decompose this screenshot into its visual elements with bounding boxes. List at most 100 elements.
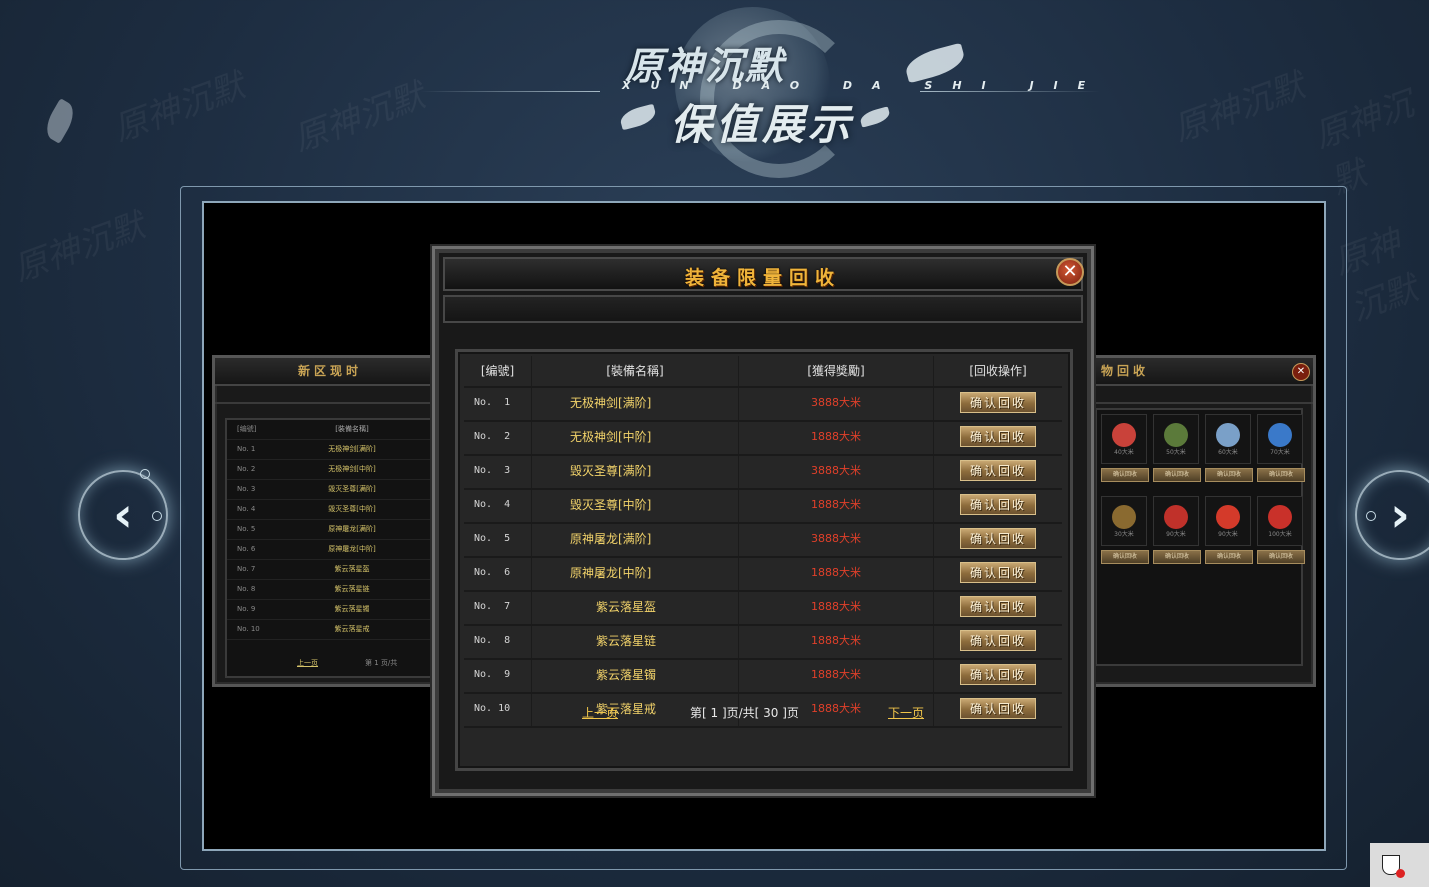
action-cell: 确认回收: [934, 660, 1062, 692]
page-info: 第[ 1 ]页/共[ 30 ]页: [690, 706, 799, 720]
left-panel-row: No. 2 无极神剑[中阶]: [227, 460, 439, 480]
right-panel-body: 40大米 确认回收 50大米 确认回收 60大米 确认回收 70大米 确认回收 30大米 确认回收…: [1095, 408, 1305, 666]
equipment-name: 无极神剑[中阶]: [532, 422, 739, 454]
row-number: No. 9: [464, 660, 532, 692]
pagination: 上一页 第[ 1 ]页/共[ 30 ]页 下一页: [458, 704, 1070, 728]
item-icon: [1216, 505, 1240, 529]
equipment-name: 紫云落星盔: [532, 592, 739, 624]
left-panel-row: No. 7 紫云落星盔: [227, 560, 439, 580]
left-row-number: No. 10: [237, 625, 260, 633]
item-recycle-button[interactable]: 确认回收: [1153, 468, 1201, 482]
table-row: No. 3 毁灭圣尊[满阶] 3888大米 确认回收: [464, 456, 1062, 490]
item-recycle-button[interactable]: 确认回收: [1101, 550, 1149, 564]
confirm-recycle-button[interactable]: 确认回收: [960, 562, 1036, 583]
left-panel-row: No. 4 毁灭圣尊[中阶]: [227, 500, 439, 520]
left-row-number: No. 8: [237, 585, 256, 593]
left-panel-row: No. 5 原神屠龙[满阶]: [227, 520, 439, 540]
item-recycle-button[interactable]: 确认回收: [1257, 468, 1305, 482]
left-prev-link[interactable]: 上一页: [297, 658, 318, 668]
confirm-recycle-button[interactable]: 确认回收: [960, 460, 1036, 481]
left-panel-header: [编號] [裝備名稱]: [227, 420, 439, 440]
left-col-no: [编號]: [237, 425, 257, 433]
action-cell: 确认回收: [934, 456, 1062, 488]
reward-item: 30大米: [1101, 496, 1147, 546]
left-page-info: 第 1 页/共: [365, 659, 398, 667]
item-recycle-button[interactable]: 确认回收: [1101, 468, 1149, 482]
item-price: 40大米: [1114, 449, 1134, 456]
confirm-recycle-button[interactable]: 确认回收: [960, 664, 1036, 685]
action-cell: 确认回收: [934, 626, 1062, 658]
recycle-table: [编號] [裝備名稱] [獲得獎勵] [回收操作] No. 1 无极神剑[满阶] 3…: [464, 356, 1062, 728]
table-row: No. 7 紫云落星盔 1888大米 确认回收: [464, 592, 1062, 626]
left-row-number: No. 3: [237, 485, 256, 493]
modal-header: 装备限量回收: [443, 257, 1083, 291]
confirm-recycle-button[interactable]: 确认回收: [960, 426, 1036, 447]
left-row-number: No. 2: [237, 465, 256, 473]
item-price: 50大米: [1166, 449, 1186, 456]
left-panel-row: No. 9 紫云落星镯: [227, 600, 439, 620]
item-recycle-button[interactable]: 确认回收: [1153, 550, 1201, 564]
reward-item: 90大米: [1153, 496, 1199, 546]
table-header: [编號] [裝備名稱] [獲得獎勵] [回收操作]: [464, 356, 1062, 388]
left-panel-row: No. 8 紫云落星链: [227, 580, 439, 600]
banner-line-left: [420, 91, 600, 92]
left-row-name: 紫云落星盔: [334, 565, 370, 573]
modal-subbar: [443, 295, 1083, 323]
equipment-name: 原神屠龙[中阶]: [532, 558, 739, 590]
right-panel-close-icon[interactable]: ✕: [1292, 363, 1310, 381]
left-panel-body: [编號] [裝備名稱] No. 1 无极神剑[满阶] No. 2 无极神剑[中阶] No…: [225, 418, 441, 678]
col-action: [回收操作]: [969, 364, 1027, 378]
decor-dot: [152, 511, 162, 521]
confirm-recycle-button[interactable]: 确认回收: [960, 392, 1036, 413]
watermark: 原神沉默: [1309, 84, 1419, 203]
confirm-recycle-button[interactable]: 确认回收: [960, 596, 1036, 617]
left-row-name: 原神屠龙[满阶]: [328, 525, 376, 533]
confirm-recycle-button[interactable]: 确认回收: [960, 494, 1036, 515]
row-number: No. 7: [464, 592, 532, 624]
bird-icon: [902, 42, 968, 84]
equipment-name: 原神屠龙[满阶]: [532, 524, 739, 556]
table-row: No. 5 原神屠龙[满阶] 3888大米 确认回收: [464, 524, 1062, 558]
item-price: 30大米: [1114, 531, 1134, 538]
next-page-link[interactable]: 下一页: [888, 704, 924, 721]
right-panel-subbar: [1091, 386, 1313, 404]
reward-value: 1888大米: [739, 592, 934, 624]
reward-value: 3888大米: [739, 524, 934, 556]
right-back-panel[interactable]: 物回收 ✕ 40大米 确认回收 50大米 确认回收 60大米 确认回收 70大米 确认回收 30…: [1088, 355, 1316, 687]
item-icon: [1164, 423, 1188, 447]
left-row-name: 毁灭圣尊[中阶]: [328, 505, 376, 513]
left-col-name: [裝備名稱]: [335, 425, 369, 433]
chevron-right-icon: ›: [1390, 487, 1410, 543]
watermark: 原神沉默: [108, 65, 250, 150]
bird-icon: [858, 106, 892, 128]
item-price: 90大米: [1218, 531, 1238, 538]
item-icon: [1112, 505, 1136, 529]
item-icon: [1268, 423, 1292, 447]
left-panel-rows: No. 1 无极神剑[满阶] No. 2 无极神剑[中阶] No. 3 毁灭圣尊[满阶] N…: [227, 440, 439, 640]
close-icon[interactable]: ✕: [1056, 258, 1084, 286]
bird-icon: [40, 98, 80, 144]
action-cell: 确认回收: [934, 558, 1062, 590]
reward-item: 70大米: [1257, 414, 1303, 464]
decor-dot: [140, 469, 150, 479]
reward-value: 3888大米: [739, 456, 934, 488]
reward-value: 1888大米: [739, 558, 934, 590]
left-back-panel[interactable]: 新区现时 [编號] [裝備名稱] No. 1 无极神剑[满阶] No. 2 无极神剑[…: [212, 355, 448, 687]
item-icon: [1164, 505, 1188, 529]
item-recycle-button[interactable]: 确认回收: [1205, 468, 1253, 482]
action-cell: 确认回收: [934, 490, 1062, 522]
col-name: [裝備名稱]: [532, 356, 739, 386]
item-recycle-button[interactable]: 确认回收: [1257, 550, 1305, 564]
reward-value: 1888大米: [739, 626, 934, 658]
confirm-recycle-button[interactable]: 确认回收: [960, 630, 1036, 651]
reward-item: 50大米: [1153, 414, 1199, 464]
right-panel-title: 物回收: [1091, 358, 1313, 386]
row-number: No. 4: [464, 490, 532, 522]
confirm-recycle-button[interactable]: 确认回收: [960, 528, 1036, 549]
security-shield-icon[interactable]: [1382, 855, 1405, 878]
row-number: No. 2: [464, 422, 532, 454]
left-row-name: 紫云落星镯: [334, 605, 370, 613]
item-recycle-button[interactable]: 确认回收: [1205, 550, 1253, 564]
prev-page-link[interactable]: 上一页: [582, 704, 618, 721]
watermark: 原神沉默: [288, 75, 430, 160]
